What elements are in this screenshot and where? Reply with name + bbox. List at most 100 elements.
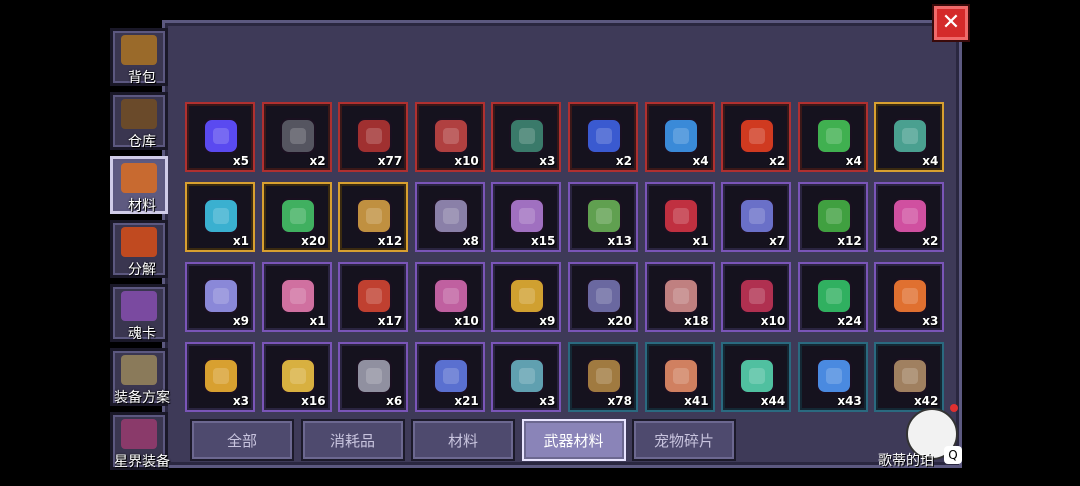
- item-icon: [509, 198, 546, 234]
- item-count: x20: [301, 234, 326, 248]
- item-slot[interactable]: x41: [644, 342, 715, 412]
- item-slot[interactable]: x77: [338, 102, 409, 172]
- item-slot[interactable]: x43: [797, 342, 868, 412]
- armor-icon: [121, 355, 157, 385]
- item-slot[interactable]: x13: [568, 182, 638, 252]
- item-count: x3: [232, 394, 249, 408]
- item-slot[interactable]: x9: [491, 262, 562, 332]
- item-slot[interactable]: x42: [874, 342, 945, 412]
- item-slot[interactable]: x20: [261, 182, 332, 252]
- item-slot[interactable]: x15: [491, 182, 562, 252]
- close-x-icon: ✕: [941, 10, 961, 35]
- sidebar-tab-2[interactable]: 材料: [110, 156, 168, 214]
- item-slot[interactable]: x12: [338, 182, 409, 252]
- storage-icon: [121, 99, 157, 129]
- notification-dot: [950, 404, 958, 412]
- tab-1[interactable]: 消耗品: [300, 419, 405, 461]
- item-slot[interactable]: x2: [874, 182, 945, 252]
- item-slot[interactable]: x18: [644, 262, 715, 332]
- item-icon: [279, 198, 316, 234]
- sidebar-tab-label: 星界装备: [114, 454, 170, 470]
- item-slot[interactable]: x9: [185, 262, 255, 332]
- item-count: x42: [913, 394, 939, 408]
- item-count: x20: [607, 314, 632, 328]
- item-icon: [586, 198, 622, 234]
- materials-icon: [121, 163, 157, 193]
- sidebar-tab-3[interactable]: 分解: [110, 220, 168, 278]
- item-slot[interactable]: x17: [338, 262, 409, 332]
- item-icon: [509, 278, 546, 314]
- item-slot[interactable]: x1: [644, 182, 715, 252]
- item-slot[interactable]: x44: [721, 342, 792, 412]
- item-slot[interactable]: x78: [568, 342, 638, 412]
- sidebar-tab-4[interactable]: 魂卡: [110, 284, 168, 342]
- item-icon: [203, 198, 239, 234]
- tab-3[interactable]: 武器材料: [521, 419, 626, 461]
- item-count: x2: [769, 154, 786, 168]
- tab-0[interactable]: 全部: [190, 419, 294, 461]
- item-icon: [739, 198, 776, 234]
- item-slot[interactable]: x2: [261, 102, 332, 172]
- item-slot[interactable]: x16: [261, 342, 332, 412]
- item-icon: [432, 198, 469, 234]
- item-slot[interactable]: x3: [874, 262, 945, 332]
- item-count: x41: [684, 394, 709, 408]
- item-slot[interactable]: x3: [491, 102, 562, 172]
- item-slot[interactable]: x4: [797, 102, 868, 172]
- item-slot[interactable]: x24: [797, 262, 868, 332]
- item-icon: [203, 118, 239, 154]
- item-count: x1: [309, 314, 326, 328]
- item-icon: [739, 358, 776, 394]
- item-slot[interactable]: x3: [491, 342, 562, 412]
- item-icon: [662, 278, 699, 314]
- sidebar-tab-5[interactable]: 装备方案: [110, 348, 170, 406]
- item-count: x78: [607, 394, 632, 408]
- item-slot[interactable]: x10: [721, 262, 792, 332]
- item-slot[interactable]: x4: [874, 102, 945, 172]
- qq-icon[interactable]: Q: [944, 446, 962, 464]
- item-icon: [815, 278, 852, 314]
- sidebar-tab-0[interactable]: 背包: [110, 28, 168, 86]
- sidebar-tab-6[interactable]: 星界装备: [110, 412, 170, 470]
- item-count: x44: [760, 394, 786, 408]
- item-slot[interactable]: x1: [261, 262, 332, 332]
- item-count: x3: [922, 314, 939, 328]
- item-slot[interactable]: x5: [185, 102, 255, 172]
- item-count: x13: [607, 234, 632, 248]
- item-icon: [203, 358, 239, 394]
- sidebar-tab-1[interactable]: 仓库: [110, 92, 168, 150]
- item-icon: [432, 118, 469, 154]
- item-slot[interactable]: x20: [568, 262, 638, 332]
- item-icon: [892, 358, 929, 394]
- item-count: x12: [377, 234, 403, 248]
- item-count: x5: [232, 154, 249, 168]
- item-icon: [739, 118, 776, 154]
- item-slot[interactable]: x8: [414, 182, 485, 252]
- item-count: x7: [769, 234, 786, 248]
- tab-2[interactable]: 材料: [411, 419, 515, 461]
- item-slot[interactable]: x2: [568, 102, 638, 172]
- item-slot[interactable]: x7: [721, 182, 792, 252]
- tab-4[interactable]: 宠物碎片: [632, 419, 736, 461]
- item-count: x6: [386, 394, 403, 408]
- item-slot[interactable]: x12: [797, 182, 868, 252]
- astral-gear-icon: [121, 419, 157, 449]
- sidebar-tab-label: 分解: [128, 262, 156, 278]
- item-icon: [892, 118, 929, 154]
- item-slot[interactable]: x21: [414, 342, 485, 412]
- sidebar-tab-label: 背包: [128, 70, 156, 86]
- item-slot[interactable]: x1: [185, 182, 255, 252]
- item-slot[interactable]: x2: [721, 102, 792, 172]
- item-count: x8: [462, 234, 479, 248]
- close-button[interactable]: ✕: [934, 6, 968, 40]
- item-icon: [739, 278, 776, 314]
- item-slot[interactable]: x10: [414, 102, 485, 172]
- username: 歌蒂的珀: [878, 453, 934, 469]
- item-icon: [509, 358, 546, 394]
- item-slot[interactable]: x4: [644, 102, 715, 172]
- item-slot[interactable]: x6: [338, 342, 409, 412]
- item-count: x4: [922, 154, 939, 168]
- item-slot[interactable]: x3: [185, 342, 255, 412]
- item-icon: [356, 358, 393, 394]
- item-slot[interactable]: x10: [414, 262, 485, 332]
